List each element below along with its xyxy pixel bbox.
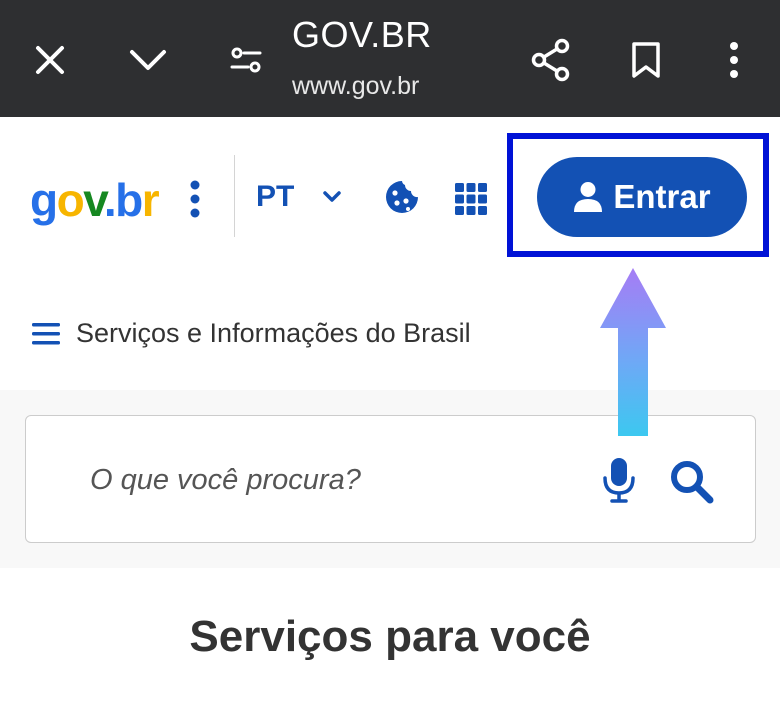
section-title: Serviços para você bbox=[189, 612, 591, 661]
govbr-logo[interactable]: gov.br bbox=[30, 174, 160, 226]
user-icon bbox=[574, 182, 603, 212]
bookmark-button[interactable] bbox=[620, 34, 672, 86]
search-input[interactable] bbox=[90, 454, 550, 506]
search-icon bbox=[671, 461, 714, 504]
browser-toolbar: GOV.BR www.gov.br bbox=[0, 0, 780, 117]
logo-dot: . bbox=[103, 174, 117, 226]
hamburger-menu-icon bbox=[32, 323, 60, 345]
apps-button[interactable] bbox=[453, 181, 489, 217]
logo-letter-v: v bbox=[83, 174, 105, 226]
microphone-icon bbox=[603, 458, 635, 503]
search-button[interactable] bbox=[668, 458, 716, 506]
share-icon bbox=[531, 38, 570, 82]
more-vertical-icon bbox=[190, 180, 200, 218]
logo-letter-g: g bbox=[30, 174, 58, 226]
site-settings-icon bbox=[230, 47, 262, 73]
minimize-button[interactable] bbox=[122, 36, 174, 84]
login-button[interactable]: Entrar bbox=[537, 157, 747, 237]
browser-url[interactable]: www.gov.br bbox=[292, 72, 419, 101]
login-label: Entrar bbox=[613, 178, 711, 215]
more-vertical-icon bbox=[730, 42, 738, 78]
logo-letter-r: r bbox=[141, 174, 160, 226]
header-divider bbox=[234, 155, 235, 237]
menu-button[interactable] bbox=[32, 322, 60, 346]
close-tab-button[interactable] bbox=[24, 36, 76, 84]
cookie-icon bbox=[386, 181, 418, 213]
logo-letter-o: o bbox=[56, 174, 85, 226]
browser-more-button[interactable] bbox=[708, 34, 760, 86]
chevron-down-icon bbox=[323, 191, 342, 202]
bookmark-icon bbox=[632, 42, 660, 78]
language-selector[interactable]: PT bbox=[256, 177, 342, 217]
voice-search-button[interactable] bbox=[602, 456, 636, 504]
close-icon bbox=[36, 46, 64, 74]
share-button[interactable] bbox=[525, 34, 577, 86]
browser-page-title: GOV.BR bbox=[292, 14, 432, 55]
cookie-settings-button[interactable] bbox=[384, 179, 420, 215]
menu-label[interactable]: Serviços e Informações do Brasil bbox=[76, 318, 471, 349]
site-settings-button[interactable] bbox=[220, 36, 272, 84]
site-header: gov.br PT Entrar bbox=[0, 117, 780, 277]
logo-letter-b: b bbox=[115, 174, 143, 226]
chevron-down-icon bbox=[130, 50, 166, 70]
language-label: PT bbox=[256, 180, 295, 213]
site-more-button[interactable] bbox=[180, 177, 210, 221]
arrow-up-icon bbox=[600, 268, 666, 436]
apps-grid-icon bbox=[455, 183, 487, 215]
